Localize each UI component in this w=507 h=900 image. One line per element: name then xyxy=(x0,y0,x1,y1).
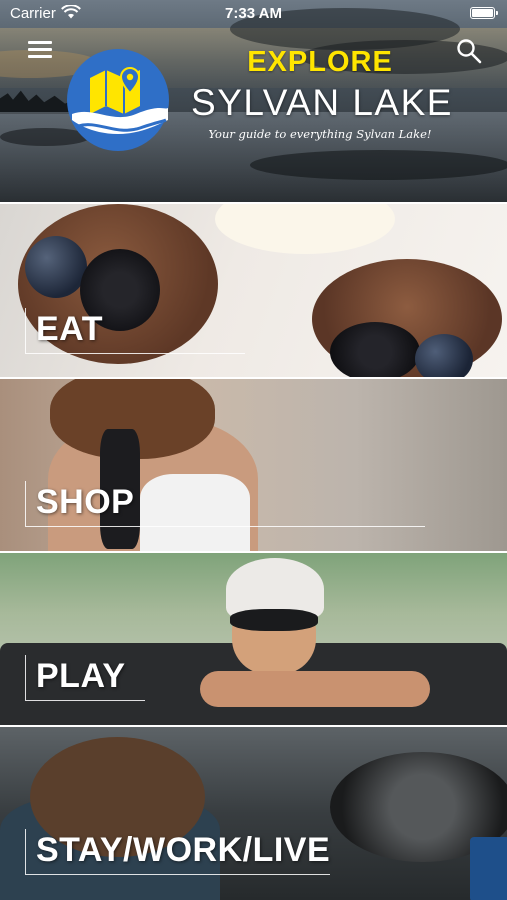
category-label-eat: EAT xyxy=(36,310,103,348)
category-label-stay-work-live: STAY/WORK/LIVE xyxy=(36,831,331,869)
app-header: Carrier 7:33 AM EXPLORE SYLVAN LAKE Your… xyxy=(0,0,507,202)
clock-time: 7:33 AM xyxy=(225,5,282,22)
golfer-arms xyxy=(200,671,430,707)
search-icon[interactable] xyxy=(456,38,482,64)
water-reflection xyxy=(250,150,507,180)
blueberry-image xyxy=(415,334,473,377)
sunglasses xyxy=(230,609,318,631)
category-label-play: PLAY xyxy=(36,657,126,695)
status-bar: Carrier 7:33 AM xyxy=(0,0,507,28)
category-tile-stay-work-live[interactable]: STAY/WORK/LIVE xyxy=(0,725,507,900)
category-tile-shop[interactable]: SHOP xyxy=(0,377,507,551)
battery-icon xyxy=(470,7,498,19)
hamburger-menu-icon[interactable] xyxy=(28,41,52,59)
title-sylvan-lake: SYLVAN LAKE xyxy=(191,82,453,123)
category-tile-play[interactable]: PLAY xyxy=(0,551,507,725)
blueberry-image xyxy=(25,236,87,298)
title-explore: EXPLORE xyxy=(247,46,393,78)
sylvan-lake-logo xyxy=(67,49,169,151)
category-tile-eat[interactable]: EAT xyxy=(0,202,507,377)
blackberry-image xyxy=(330,322,420,377)
tagline: Your guide to everything Sylvan Lake! xyxy=(208,127,432,141)
category-label-shop: SHOP xyxy=(36,483,135,521)
lubricant-can-image xyxy=(470,837,507,900)
frosting-image xyxy=(215,204,395,254)
